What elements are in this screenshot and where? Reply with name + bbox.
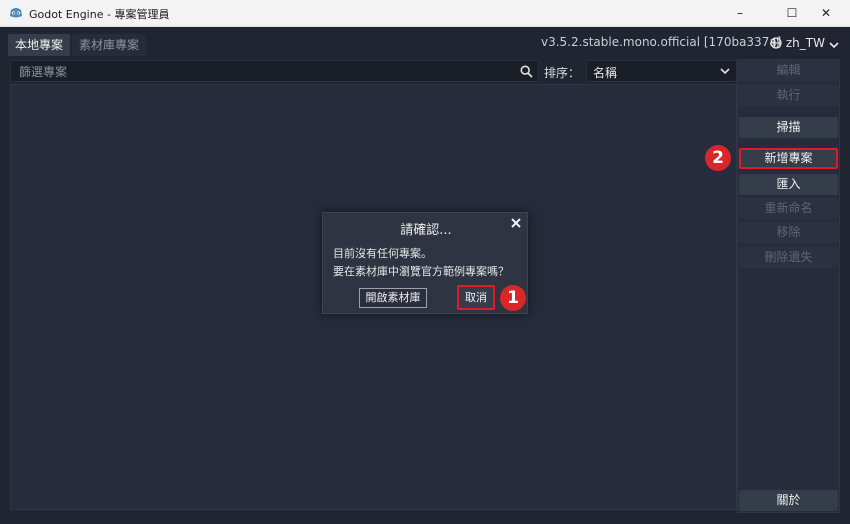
language-selector[interactable]: zh_TW [770, 34, 839, 52]
remove-missing-button[interactable]: 刪除遺失 [739, 247, 838, 268]
filter-projects-input[interactable] [17, 63, 511, 81]
callout-badge-1: 1 [500, 285, 526, 311]
new-project-button[interactable]: 新增專案 [739, 148, 838, 169]
chevron-down-icon [720, 68, 730, 75]
dialog-message-line-1: 目前沒有任何專案。 [333, 247, 432, 260]
close-button[interactable]: ✕ [804, 0, 848, 26]
about-button[interactable]: 關於 [739, 490, 838, 511]
godot-logo-icon [10, 8, 22, 18]
chevron-down-icon [829, 42, 839, 49]
dialog-message-line-2: 要在素材庫中瀏覽官方範例專案嗎？ [333, 265, 509, 278]
callout-badge-2: 2 [705, 145, 731, 171]
sort-label: 排序： [544, 66, 581, 80]
version-label: v3.5.2.stable.mono.official [170ba337a] [541, 35, 782, 49]
confirm-dialog: 請確認... 目前沒有任何專案。 要在素材庫中瀏覽官方範例專案嗎？ 開啟素材庫 … [322, 212, 528, 314]
edit-button[interactable]: 編輯 [739, 60, 838, 81]
globe-icon [770, 37, 782, 49]
close-icon[interactable] [510, 217, 522, 229]
tab-local-projects[interactable]: 本地專案 [8, 34, 71, 56]
rename-button[interactable]: 重新命名 [739, 198, 838, 219]
sort-dropdown[interactable]: 名稱 [586, 60, 737, 82]
window-titlebar: Godot Engine - 專案管理員 – ☐ ✕ [0, 0, 850, 27]
scan-button[interactable]: 掃描 [739, 117, 838, 138]
filter-projects-field[interactable] [10, 60, 539, 82]
window-title: Godot Engine - 專案管理員 [29, 8, 170, 21]
dialog-title: 請確認... [400, 223, 452, 238]
cancel-button[interactable]: 取消 [457, 285, 495, 310]
run-button[interactable]: 執行 [739, 85, 838, 106]
sort-value: 名稱 [593, 66, 618, 80]
search-icon[interactable] [520, 65, 533, 78]
tab-asset-library-projects[interactable]: 素材庫專案 [72, 34, 147, 56]
open-asset-library-button[interactable]: 開啟素材庫 [359, 288, 427, 308]
language-label: zh_TW [785, 36, 825, 50]
minimize-button[interactable]: – [718, 0, 762, 26]
import-button[interactable]: 匯入 [739, 174, 838, 195]
remove-button[interactable]: 移除 [739, 222, 838, 243]
